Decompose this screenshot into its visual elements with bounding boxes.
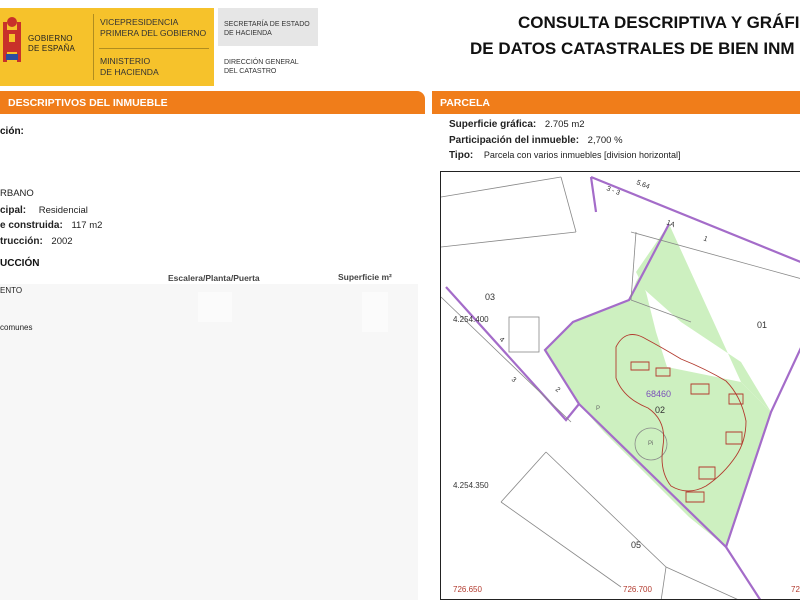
table-row-1: ENTO [0, 286, 23, 295]
blurred-cell [362, 292, 388, 332]
gov-line-2: DE ESPAÑA [28, 44, 75, 53]
year-label: trucción: [0, 236, 43, 247]
table-row-2: comunes [0, 323, 33, 332]
use-label: cipal: [0, 205, 27, 216]
left-section-rule [0, 113, 425, 114]
surface-label: Superficie gráfica: [449, 119, 537, 130]
type-label: Tipo: [449, 150, 474, 161]
label-p: P [596, 406, 600, 412]
label-road-3: 5.64 [635, 179, 650, 191]
se-line-1: SECRETARÍA DE ESTADO [224, 21, 310, 28]
year-value: 2002 [51, 236, 73, 247]
vp-line-1: VICEPRESIDENCIA [100, 17, 179, 27]
cadastral-map[interactable]: 03 01 02 05 68460 4.254.400 4.254.350 72… [440, 171, 800, 600]
left-section-title: DESCRIPTIVOS DEL INMUEBLE [8, 97, 168, 109]
min-line-1: MINISTERIO [100, 56, 151, 66]
surface-row: Superficie gráfica: 2.705 m2 [449, 119, 585, 130]
label-y-coord-2: 4.254.350 [453, 481, 489, 490]
header-divider-h [99, 48, 209, 49]
surface-value: 2.705 m2 [544, 119, 585, 130]
type-row: Tipo: Parcela con varios inmuebles [divi… [449, 150, 681, 161]
built-row: e construida: 117 m2 [0, 220, 102, 231]
col-stair-header: Escalera/Planta/Puerta [168, 273, 260, 283]
secretaria-text: SECRETARÍA DE ESTADO DE HACIENDA [224, 20, 310, 38]
document-title: CONSULTA DESCRIPTIVA Y GRÁFI DE DATOS CA… [470, 10, 800, 62]
label-x-coord-1: 726.650 [453, 585, 482, 594]
participation-row: Participación del inmueble: 2,700 % [449, 135, 623, 146]
col-surface-header: Superficie m² [338, 272, 392, 282]
label-y-coord-1: 4.254.400 [453, 315, 489, 324]
blurred-cell [198, 292, 232, 322]
min-line-2: DE HACIENDA [100, 67, 159, 77]
label-parcel-03: 03 [485, 292, 495, 302]
label-parcel-02: 02 [655, 405, 665, 415]
right-section-header: PARCELA [432, 91, 800, 113]
map-canvas: 03 01 02 05 68460 4.254.400 4.254.350 72… [441, 175, 800, 599]
dg-line-2: DEL CATASTRO [224, 68, 277, 75]
type-value: Parcela con varios inmuebles [division h… [483, 150, 681, 160]
se-line-2: DE HACIENDA [224, 30, 272, 37]
title-line-2: DE DATOS CATASTRALES DE BIEN INM [470, 39, 795, 58]
label-x-coord-3: 726.750 [791, 585, 800, 594]
gobierno-text: GOBIERNO DE ESPAÑA [28, 34, 75, 54]
label-num-2: 3 [510, 376, 518, 384]
header-divider [93, 14, 94, 80]
ministerio-text: MINISTERIO DE HACIENDA [100, 56, 159, 78]
label-x-coord-2: 726.700 [623, 585, 652, 594]
built-value: 117 m2 [71, 220, 103, 231]
left-section-header: DESCRIPTIVOS DEL INMUEBLE [0, 91, 425, 113]
label-pi: Pi [648, 441, 653, 447]
label-num-3: 4 [498, 336, 506, 344]
construction-title: UCCIÓN [0, 258, 40, 269]
label-num-1: 2 [554, 386, 562, 394]
participation-value: 2,700 % [587, 135, 623, 146]
label-num-4: 1 [702, 235, 708, 243]
right-section-rule [432, 113, 800, 114]
location-label: ción: [0, 126, 24, 137]
right-section-title: PARCELA [440, 97, 490, 109]
dg-line-1: DIRECCIÓN GENERAL [224, 59, 299, 66]
built-label: e construida: [0, 220, 63, 231]
class-value: RBANO [0, 188, 34, 199]
label-parcel-01: 01 [757, 320, 767, 330]
year-row: trucción: 2002 [0, 236, 73, 247]
use-row: cipal: Residencial [0, 205, 88, 216]
title-line-1: CONSULTA DESCRIPTIVA Y GRÁFI [518, 13, 800, 32]
vicepresidencia-text: VICEPRESIDENCIA PRIMERA DEL GOBIERNO [100, 17, 206, 39]
gov-line-1: GOBIERNO [28, 34, 73, 43]
use-value: Residencial [38, 205, 88, 216]
participation-label: Participación del inmueble: [449, 135, 580, 146]
vp-line-2: PRIMERA DEL GOBIERNO [100, 28, 207, 38]
coat-of-arms-icon [3, 17, 21, 62]
label-cadastral-ref: 68460 [646, 389, 671, 399]
label-parcel-05: 05 [631, 540, 641, 550]
direccion-general-text: DIRECCIÓN GENERAL DEL CATASTRO [224, 58, 299, 76]
